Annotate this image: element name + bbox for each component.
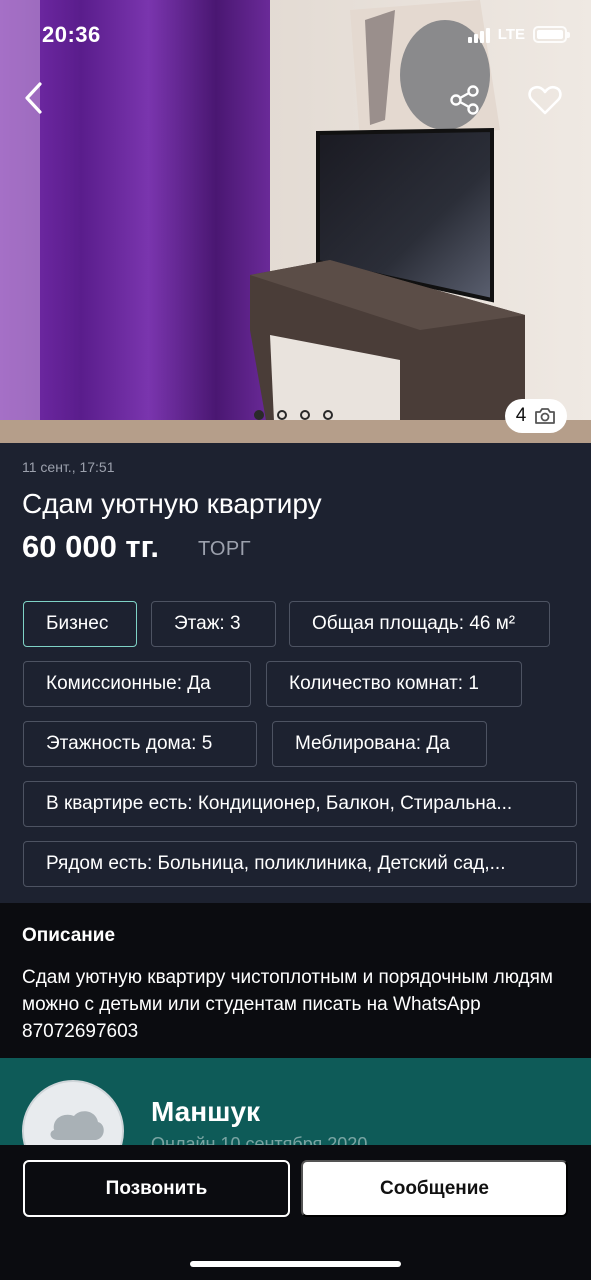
- home-indicator[interactable]: [190, 1261, 401, 1267]
- listing-title: Сдам уютную квартиру: [22, 488, 322, 519]
- message-button[interactable]: Сообщение: [301, 1160, 568, 1217]
- favorite-button[interactable]: [523, 78, 567, 122]
- chip-nearby[interactable]: Рядом есть: Больница, поликлиника, Детск…: [23, 841, 577, 887]
- description-text: Сдам уютную квартиру чистоплотным и поря…: [22, 967, 553, 1042]
- listing-photo[interactable]: 20:36 LTE 4: [0, 0, 591, 443]
- avatar-placeholder-icon: [50, 1111, 104, 1140]
- description-heading: Описание: [22, 925, 116, 946]
- chevron-left-icon: [25, 82, 42, 114]
- share-icon: [450, 85, 479, 115]
- heart-icon: [528, 85, 562, 115]
- chip-category[interactable]: Бизнес: [23, 601, 137, 647]
- signal-icon: [467, 27, 490, 43]
- bottom-action-bar: Позвонить Сообщение: [0, 1145, 591, 1280]
- listing-info: 11 сент., 17:51 Сдам уютную квартиру 60 …: [0, 443, 591, 903]
- chip-furnished[interactable]: Меблирована: Да: [272, 721, 487, 767]
- avatar[interactable]: [22, 1080, 124, 1148]
- call-button[interactable]: Позвонить: [23, 1160, 290, 1217]
- pagination-dot[interactable]: [300, 410, 310, 420]
- chip-area[interactable]: Общая площадь: 46 м²: [289, 601, 550, 647]
- pagination-dot[interactable]: [277, 410, 287, 420]
- photo-count: 4: [515, 405, 527, 426]
- pagination-dot[interactable]: [254, 410, 264, 420]
- network-type: LTE: [497, 26, 525, 43]
- battery-icon: [533, 26, 570, 43]
- chip-rooms[interactable]: Количество комнат: 1: [266, 661, 522, 707]
- listing-date: 11 сент., 17:51: [22, 459, 115, 475]
- description-section: Описание Сдам уютную квартиру чистоплотн…: [0, 903, 591, 1058]
- status-bar: 20:36 LTE: [0, 0, 591, 70]
- chip-amenities[interactable]: В квартире есть: Кондиционер, Балкон, Ст…: [23, 781, 577, 827]
- listing-price: 60 000 тг.: [22, 529, 160, 564]
- back-button[interactable]: [12, 76, 56, 120]
- chip-floor[interactable]: Этаж: 3: [151, 601, 276, 647]
- chip-commission[interactable]: Комиссионные: Да: [23, 661, 251, 707]
- chip-building-floors[interactable]: Этажность дома: 5: [23, 721, 257, 767]
- bargain-label: ТОРГ: [198, 538, 252, 560]
- status-time: 20:36: [42, 22, 101, 47]
- share-button[interactable]: [443, 78, 487, 122]
- seller-name: Маншук: [151, 1096, 261, 1127]
- seller-card[interactable]: Маншук Онлайн 10 сентября 2020: [0, 1058, 591, 1148]
- camera-icon: [535, 408, 556, 424]
- pagination-dot[interactable]: [323, 410, 333, 420]
- photo-count-badge[interactable]: 4: [505, 399, 567, 433]
- photo-pagination: [254, 410, 333, 420]
